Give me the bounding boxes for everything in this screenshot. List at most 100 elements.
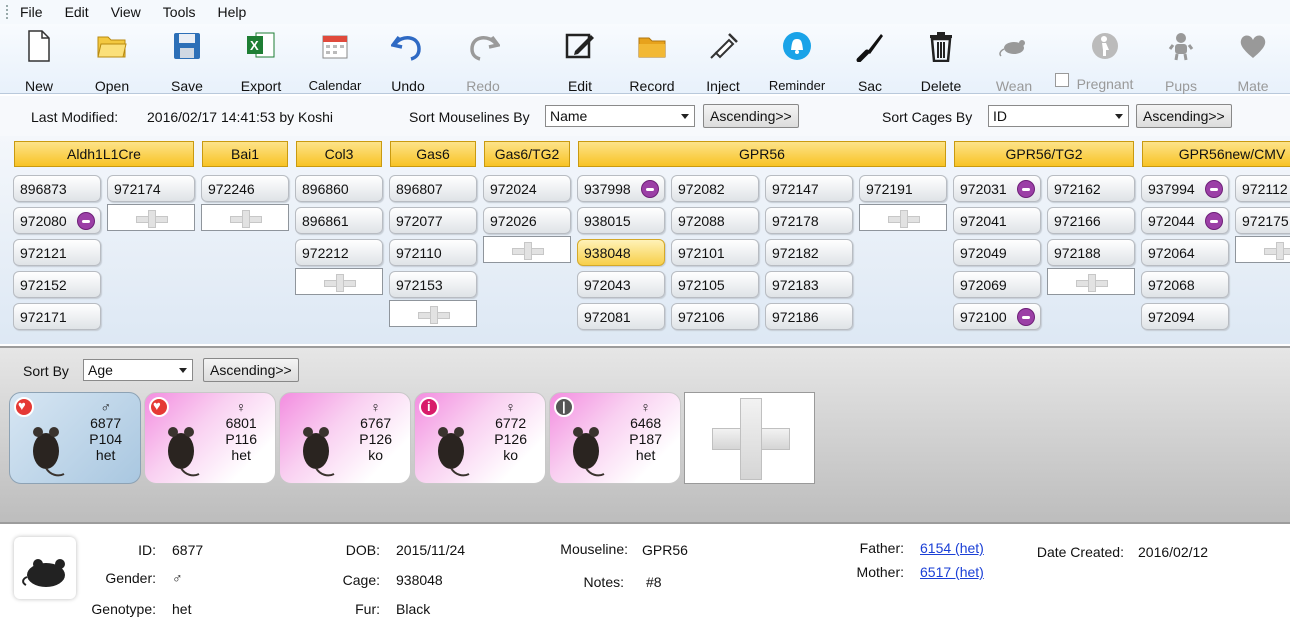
- cage-button[interactable]: 972191: [859, 175, 947, 202]
- mouseline-header[interactable]: GPR56new/CMV: [1142, 141, 1290, 167]
- mouse-card[interactable]: ♀6468P187het: [549, 392, 681, 484]
- cage-button[interactable]: 972147: [765, 175, 853, 202]
- sac-button[interactable]: Sac: [835, 28, 905, 94]
- menu-edit[interactable]: Edit: [65, 4, 89, 20]
- cage-button[interactable]: 938015: [577, 207, 665, 234]
- cage-button[interactable]: 937998: [577, 175, 665, 202]
- mouseline-header[interactable]: Aldh1L1Cre: [14, 141, 194, 167]
- cage-button[interactable]: 972088: [671, 207, 759, 234]
- cage-button[interactable]: 972031: [953, 175, 1041, 202]
- record-button[interactable]: Record: [617, 28, 687, 94]
- cage-button[interactable]: 972064: [1141, 239, 1229, 266]
- cage-button[interactable]: 972043: [577, 271, 665, 298]
- cage-button[interactable]: 938048: [577, 239, 665, 266]
- cage-button[interactable]: 972100: [953, 303, 1041, 330]
- pups-button[interactable]: Pups: [1146, 28, 1216, 94]
- cage-button[interactable]: 937994: [1141, 175, 1229, 202]
- sort-cages-order-button[interactable]: Ascending>>: [1136, 104, 1232, 128]
- sort-mouselines-order-button[interactable]: Ascending>>: [703, 104, 799, 128]
- menu-view[interactable]: View: [111, 4, 141, 20]
- cage-button[interactable]: 972121: [13, 239, 101, 266]
- wean-button[interactable]: Wean: [979, 28, 1049, 94]
- new-button[interactable]: New: [4, 28, 74, 94]
- cage-button[interactable]: 972041: [953, 207, 1041, 234]
- cage-button[interactable]: 972080: [13, 207, 101, 234]
- cage-button[interactable]: 972246: [201, 175, 289, 202]
- mouseline-header[interactable]: GPR56: [578, 141, 946, 167]
- add-cage-button[interactable]: [483, 236, 571, 263]
- sort-order-button[interactable]: Ascending>>: [203, 358, 299, 382]
- mouseline-header[interactable]: GPR56/TG2: [954, 141, 1134, 167]
- mate-button[interactable]: Mate: [1218, 28, 1288, 94]
- pregnant-button[interactable]: Pregnant: [1070, 28, 1140, 92]
- add-cage-button[interactable]: [201, 204, 289, 231]
- add-cage-button[interactable]: [107, 204, 195, 231]
- cage-button[interactable]: 972081: [577, 303, 665, 330]
- open-button[interactable]: Open: [77, 28, 147, 94]
- father-link[interactable]: 6154 (het): [920, 540, 984, 556]
- cage-button[interactable]: 896861: [295, 207, 383, 234]
- save-button[interactable]: Save: [152, 28, 222, 94]
- cage-button[interactable]: 972094: [1141, 303, 1229, 330]
- toolbar-grip[interactable]: [6, 5, 8, 19]
- sort-mouselines-select[interactable]: Name: [545, 105, 695, 127]
- mouseline-header[interactable]: Gas6/TG2: [484, 141, 570, 167]
- cage-button[interactable]: 896807: [389, 175, 477, 202]
- cage-button[interactable]: 972152: [13, 271, 101, 298]
- undo-button[interactable]: Undo: [373, 28, 443, 94]
- menu-file[interactable]: File: [20, 4, 43, 20]
- export-button[interactable]: X Export: [226, 28, 296, 94]
- cage-button[interactable]: 972049: [953, 239, 1041, 266]
- edit-button[interactable]: Edit: [545, 28, 615, 94]
- mouse-card[interactable]: ♀6801P116het: [144, 392, 276, 484]
- menu-tools[interactable]: Tools: [163, 4, 196, 20]
- mouse-card[interactable]: ♀ 6767 P126 ko: [279, 392, 411, 484]
- cage-button[interactable]: 972166: [1047, 207, 1135, 234]
- cage-button[interactable]: 972026: [483, 207, 571, 234]
- cage-button[interactable]: 972112: [1235, 175, 1290, 202]
- wean-checkbox[interactable]: [1055, 73, 1069, 87]
- calendar-button[interactable]: Calendar: [300, 28, 370, 93]
- mother-link[interactable]: 6517 (het): [920, 564, 984, 580]
- mouseline-header[interactable]: Bai1: [202, 141, 288, 167]
- cage-button[interactable]: 972174: [107, 175, 195, 202]
- cage-button[interactable]: 972162: [1047, 175, 1135, 202]
- add-mouse-button[interactable]: [684, 392, 815, 484]
- cage-button[interactable]: 972024: [483, 175, 571, 202]
- cage-button[interactable]: 896860: [295, 175, 383, 202]
- cage-button[interactable]: 972175: [1235, 207, 1290, 234]
- add-cage-button[interactable]: [1235, 236, 1290, 263]
- reminder-button[interactable]: Reminder: [762, 28, 832, 93]
- add-cage-button[interactable]: [1047, 268, 1135, 295]
- add-cage-button[interactable]: [295, 268, 383, 295]
- cage-button[interactable]: 972186: [765, 303, 853, 330]
- sort-cages-select[interactable]: ID: [988, 105, 1129, 127]
- menu-help[interactable]: Help: [217, 4, 246, 20]
- cage-button[interactable]: 972178: [765, 207, 853, 234]
- cage-button[interactable]: 972077: [389, 207, 477, 234]
- cage-button[interactable]: 972188: [1047, 239, 1135, 266]
- cage-button[interactable]: 972105: [671, 271, 759, 298]
- cage-button[interactable]: 972212: [295, 239, 383, 266]
- delete-button[interactable]: Delete: [906, 28, 976, 94]
- mouse-card[interactable]: ♂6877P104het: [9, 392, 141, 484]
- redo-button[interactable]: Redo: [448, 28, 518, 94]
- cage-button[interactable]: 972110: [389, 239, 477, 266]
- add-cage-button[interactable]: [389, 300, 477, 327]
- cage-button[interactable]: 972183: [765, 271, 853, 298]
- cage-button[interactable]: 896873: [13, 175, 101, 202]
- sort-by-select[interactable]: Age: [83, 359, 193, 381]
- cage-button[interactable]: 972182: [765, 239, 853, 266]
- cage-button[interactable]: 972044: [1141, 207, 1229, 234]
- cage-button[interactable]: 972068: [1141, 271, 1229, 298]
- inject-button[interactable]: Inject: [688, 28, 758, 94]
- cage-button[interactable]: 972069: [953, 271, 1041, 298]
- mouse-card[interactable]: ♀6772P126ko: [414, 392, 546, 484]
- cage-button[interactable]: 972106: [671, 303, 759, 330]
- mouseline-header[interactable]: Gas6: [390, 141, 476, 167]
- cage-button[interactable]: 972082: [671, 175, 759, 202]
- cage-button[interactable]: 972101: [671, 239, 759, 266]
- mouseline-header[interactable]: Col3: [296, 141, 382, 167]
- cage-button[interactable]: 972171: [13, 303, 101, 330]
- cage-button[interactable]: 972153: [389, 271, 477, 298]
